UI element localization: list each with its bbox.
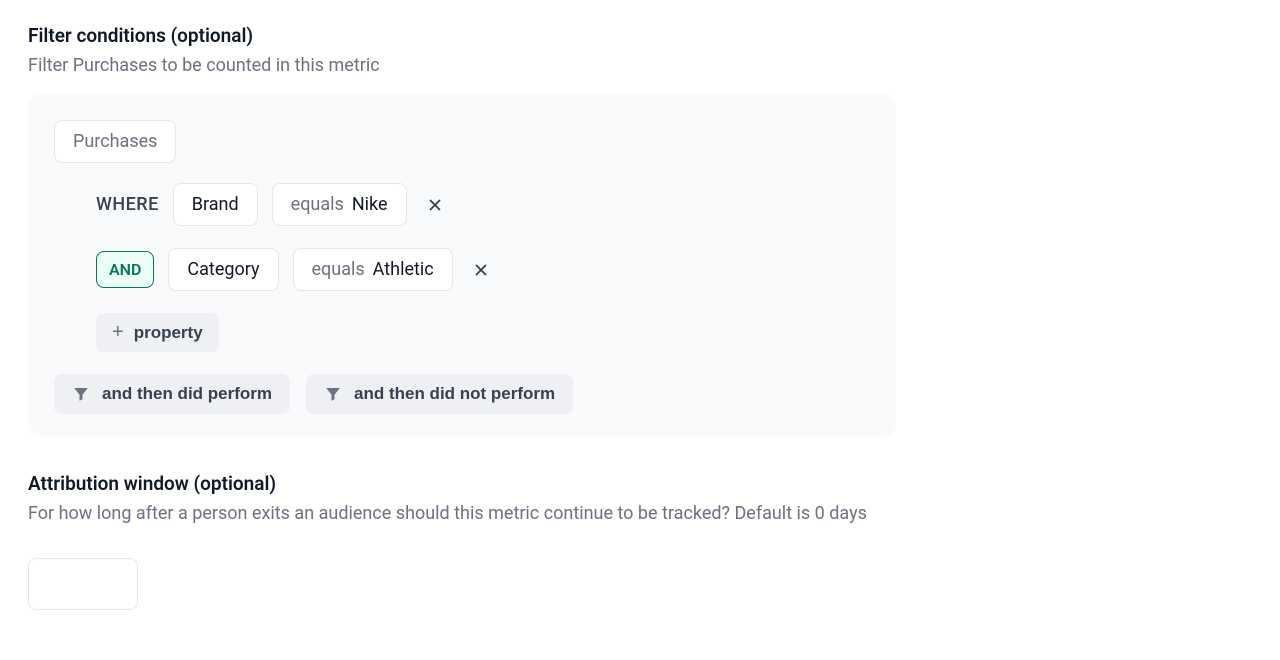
remove-condition-button[interactable] [467,256,495,284]
add-property-label: property [134,323,203,343]
close-icon [425,195,445,215]
event-chip[interactable]: Purchases [54,120,176,163]
close-icon [471,260,491,280]
attribution-subtitle: For how long after a person exits an aud… [28,503,1252,524]
attribution-input[interactable] [28,558,138,610]
condition-row: AND Category equals Athletic [96,248,870,291]
attribution-title: Attribution window (optional) [28,472,1252,495]
value-text: Nike [352,194,388,215]
filter-section-title: Filter conditions (optional) [28,24,1252,47]
operator-text: equals [312,259,365,280]
add-property-button[interactable]: + property [96,313,219,352]
perform-label: and then did perform [102,384,272,404]
then-did-not-perform-button[interactable]: and then did not perform [306,374,573,414]
filter-icon [72,385,90,403]
and-badge[interactable]: AND [96,251,154,288]
where-label: WHERE [96,194,159,215]
perform-label: and then did not perform [354,384,555,404]
value-text: Athletic [373,259,434,280]
remove-condition-button[interactable] [421,191,449,219]
condition-row: WHERE Brand equals Nike [96,183,870,226]
operator-chip[interactable]: equals Nike [272,183,407,226]
filter-icon [324,385,342,403]
filter-panel: Purchases WHERE Brand equals Nike AND Ca… [28,94,896,436]
operator-text: equals [291,194,344,215]
operator-chip[interactable]: equals Athletic [293,248,453,291]
filter-conditions-section: Filter conditions (optional) Filter Purc… [28,24,1252,436]
property-chip-category[interactable]: Category [168,248,278,291]
attribution-section: Attribution window (optional) For how lo… [28,472,1252,610]
perform-row: and then did perform and then did not pe… [54,374,870,414]
then-did-perform-button[interactable]: and then did perform [54,374,290,414]
plus-icon: + [112,321,124,344]
filter-section-subtitle: Filter Purchases to be counted in this m… [28,55,1252,76]
property-chip-brand[interactable]: Brand [173,183,258,226]
